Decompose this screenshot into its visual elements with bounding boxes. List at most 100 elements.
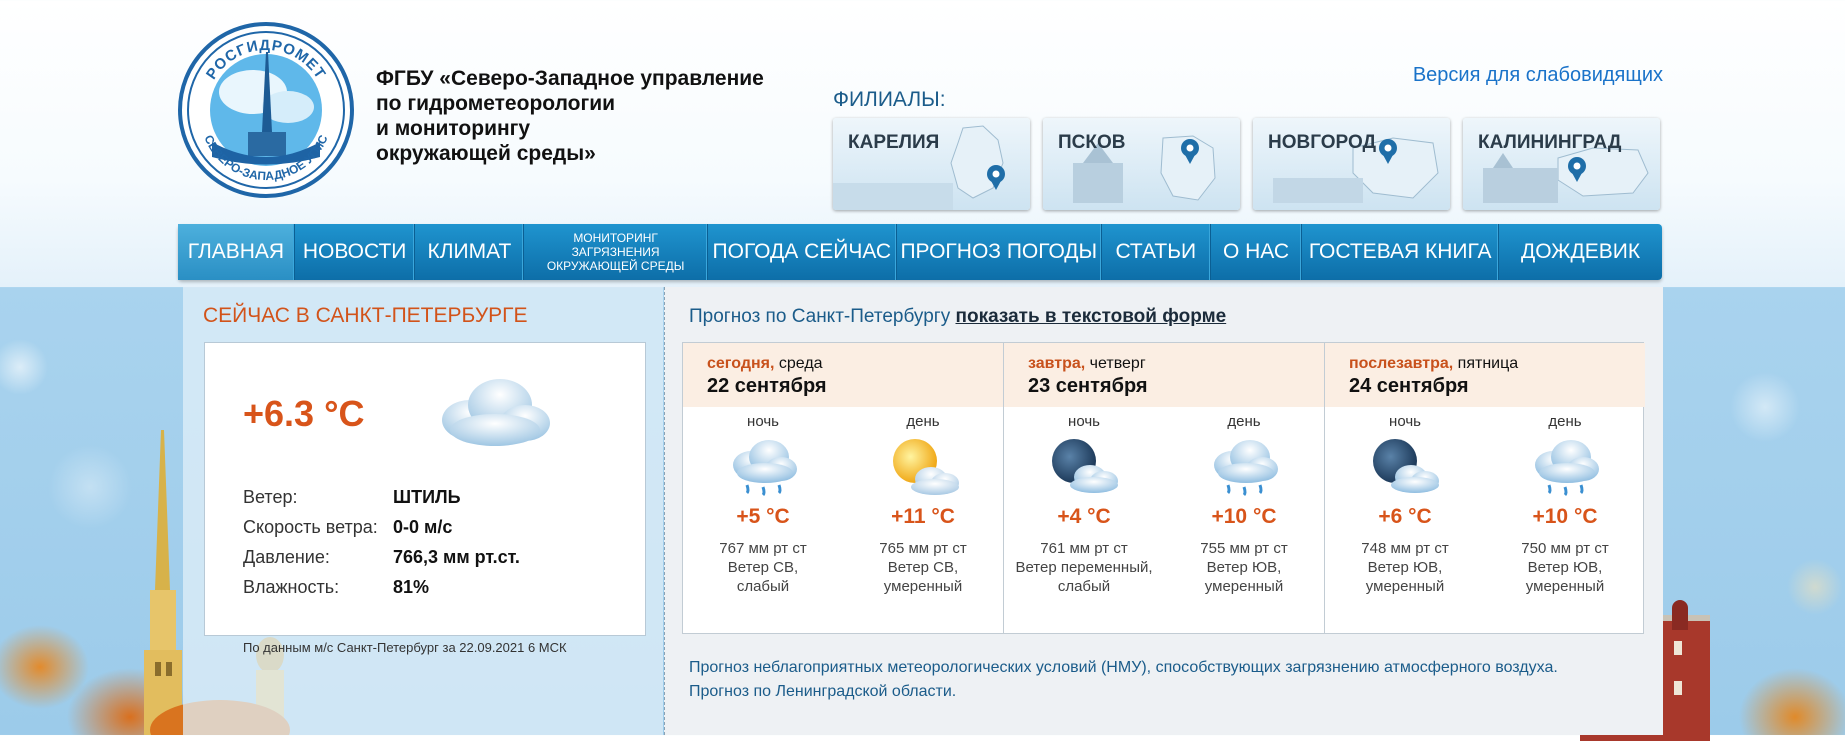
param-label: Влажность: (243, 577, 340, 597)
forecast-temperature: +5 °С (736, 505, 790, 528)
forecast-day-header: послезавтра, пятница 24 сентября (1325, 343, 1645, 407)
forecast-day-relative: завтра, четверг (1028, 355, 1324, 373)
forecast-day-relative: сегодня, среда (707, 355, 1003, 373)
forecast-day: сегодня, среда 22 сентября ночь +5 °С 767 мм… (683, 343, 1004, 633)
forecast-date: 23 сентября (1028, 375, 1148, 397)
forecast-time-of-day: ночь (1389, 413, 1421, 430)
forecast-temperature: +10 °С (1211, 505, 1277, 528)
forecast-time-of-day: ночь (747, 413, 779, 430)
current-weather-params: Ветер: ШТИЛЬ Скорость ветра: 0-0 м/с Дав… (243, 487, 520, 607)
forecast-details: 748 мм рт ст Ветер ЮВ, умеренный (1361, 540, 1449, 595)
branch-pskov[interactable]: ПСКОВ (1043, 118, 1240, 210)
forecast-details: 755 мм рт ст Ветер ЮВ, умеренный (1200, 540, 1288, 595)
nav-item-monitoring[interactable]: МОНИТОРИНГ ЗАГРЯЗНЕНИЯ ОКРУЖАЮЩЕЙ СРЕДЫ (524, 224, 708, 280)
branches-label: ФИЛИАЛЫ: (833, 88, 946, 111)
param-row-wind: Ветер: ШТИЛЬ (243, 487, 520, 517)
moon-cloud-icon (1004, 431, 1164, 505)
sun-cloud-icon (843, 431, 1003, 505)
nav-item-rain-gauge[interactable]: ДОЖДЕВИК (1499, 224, 1662, 280)
cloud-rain-icon (1485, 431, 1645, 505)
branch-karelia[interactable]: КАРЕЛИЯ (833, 118, 1030, 210)
branch-kaliningrad[interactable]: КАЛИНИНГРАД (1463, 118, 1660, 210)
cloud-rain-icon (683, 431, 843, 505)
forecast-temperature: +4 °С (1057, 505, 1111, 528)
forecast-day-rel-label: послезавтра, (1349, 355, 1454, 372)
forecast-header: Прогноз по Санкт-Петербургу показать в т… (689, 306, 1226, 328)
forecast-temperature: +10 °С (1532, 505, 1598, 528)
forecast-periods: ночь +5 °С 767 мм рт ст Ветер СВ, слабый де… (683, 407, 1003, 596)
forecast-periods: ночь +4 °С 761 мм рт ст Ветер переменный, … (1004, 407, 1324, 596)
branches-list: КАРЕЛИЯ ПСКОВ НОВГОРОД КАЛИНИНГРАД (833, 118, 1660, 210)
forecast-date: 24 сентября (1349, 375, 1469, 397)
param-value: 81% (393, 577, 430, 597)
forecast-period: день +11 °С 765 мм рт ст Ветер СВ, умеренн… (843, 407, 1003, 596)
nav-item-home[interactable]: ГЛАВНАЯ (178, 224, 295, 280)
forecast-time-of-day: день (906, 413, 940, 430)
branch-title: КАЛИНИНГРАД (1478, 132, 1622, 153)
forecast-day-header: завтра, четверг 23 сентября (1004, 343, 1324, 407)
param-value: ШТИЛЬ (393, 487, 461, 507)
forecast-period: ночь +4 °С 761 мм рт ст Ветер переменный, … (1004, 407, 1164, 596)
branch-novgorod[interactable]: НОВГОРОД (1253, 118, 1450, 210)
main-nav: ГЛАВНАЯ НОВОСТИ КЛИМАТ МОНИТОРИНГ ЗАГРЯЗ… (178, 224, 1662, 280)
param-label: Скорость ветра: (243, 517, 378, 537)
forecast-details: 767 мм рт ст Ветер СВ, слабый (719, 540, 807, 595)
forecast-details: 761 мм рт ст Ветер переменный, слабый (1015, 540, 1153, 595)
forecast-table: сегодня, среда 22 сентября ночь +5 °С 767 мм… (682, 342, 1645, 634)
param-value: 0-0 м/с (393, 517, 453, 537)
forecast-time-of-day: день (1548, 413, 1582, 430)
forecast-day-rel-label: завтра, (1028, 355, 1086, 372)
forecast-day-rel-label: сегодня, (707, 355, 775, 372)
nav-item-about[interactable]: О НАС (1211, 224, 1303, 280)
forecast-temperature: +11 °С (891, 505, 955, 528)
forecast-day-header: сегодня, среда 22 сентября (683, 343, 1003, 407)
leningrad-region-forecast-link[interactable]: Прогноз по Ленинградской области. (689, 683, 1558, 701)
org-name: ФГБУ «Северо-Западное управление по гидр… (376, 67, 764, 165)
forecast-periods: ночь +6 °С 748 мм рт ст Ветер ЮВ, умеренны… (1325, 407, 1645, 596)
nav-item-weather-now[interactable]: ПОГОДА СЕЙЧАС (708, 224, 897, 280)
forecast-weekday: среда (778, 355, 823, 372)
text-form-link[interactable]: показать в текстовой форме (956, 306, 1227, 327)
moon-cloud-icon (1325, 431, 1485, 505)
branch-title: НОВГОРОД (1268, 132, 1377, 153)
forecast-header-text: Прогноз по Санкт-Петербургу (689, 306, 951, 327)
nav-item-forecast[interactable]: ПРОГНОЗ ПОГОДЫ (897, 224, 1102, 280)
logo-icon[interactable]: РОСГИДРОМЕТ СЕВЕРО-ЗАПАДНОЕ УГМС (178, 22, 354, 198)
cloud-icon (442, 379, 550, 446)
forecast-weekday: пятница (1457, 355, 1519, 372)
forecast-time-of-day: ночь (1068, 413, 1100, 430)
param-row-wind-speed: Скорость ветра: 0-0 м/с (243, 517, 520, 547)
forecast-details: 750 мм рт ст Ветер ЮВ, умеренный (1521, 540, 1609, 595)
nav-item-news[interactable]: НОВОСТИ (295, 224, 416, 280)
nav-item-articles[interactable]: СТАТЬИ (1102, 224, 1211, 280)
nmu-forecast-link[interactable]: Прогноз неблагоприятных метеорологически… (689, 659, 1558, 677)
forecast-period: день +10 °С 755 мм рт ст Ветер ЮВ, умеренн… (1164, 407, 1324, 596)
forecast-weekday: четверг (1089, 355, 1146, 372)
current-weather-title: СЕЙЧАС В САНКТ-ПЕТЕРБУРГЕ (203, 304, 528, 327)
forecast-day-relative: послезавтра, пятница (1349, 355, 1645, 373)
forecast-date: 22 сентября (707, 375, 827, 397)
forecast-period: ночь +5 °С 767 мм рт ст Ветер СВ, слабый (683, 407, 843, 596)
nav-item-climate[interactable]: КЛИМАТ (415, 224, 525, 280)
forecast-period: день +10 °С 750 мм рт ст Ветер ЮВ, умеренн… (1485, 407, 1645, 596)
nav-item-guestbook[interactable]: ГОСТЕВАЯ КНИГА (1302, 224, 1500, 280)
data-source-note: По данным м/с Санкт-Петербург за 22.09.2… (243, 640, 567, 655)
param-row-pressure: Давление: 766,3 мм рт.ст. (243, 547, 520, 577)
forecast-time-of-day: день (1227, 413, 1261, 430)
current-temperature: +6.3 °С (243, 393, 365, 434)
branch-title: КАРЕЛИЯ (848, 132, 940, 153)
param-value: 766,3 мм рт.ст. (393, 547, 520, 567)
cloud-rain-icon (1164, 431, 1324, 505)
forecast-day: завтра, четверг 23 сентября ночь +4 °С 761 м… (1004, 343, 1325, 633)
forecast-links: Прогноз неблагоприятных метеорологически… (689, 659, 1558, 707)
forecast-period: ночь +6 °С 748 мм рт ст Ветер ЮВ, умеренны… (1325, 407, 1485, 596)
accessibility-version-link[interactable]: Версия для слабовидящих (1413, 64, 1663, 87)
forecast-details: 765 мм рт ст Ветер СВ, умеренный (879, 540, 967, 595)
branch-title: ПСКОВ (1058, 132, 1126, 153)
building-dome-illustration (1672, 600, 1688, 630)
forecast-day: послезавтра, пятница 24 сентября ночь +6 °С… (1325, 343, 1645, 633)
param-label: Давление: (243, 547, 330, 567)
param-label: Ветер: (243, 487, 298, 507)
forecast-temperature: +6 °С (1378, 505, 1432, 528)
param-row-humidity: Влажность: 81% (243, 577, 520, 607)
